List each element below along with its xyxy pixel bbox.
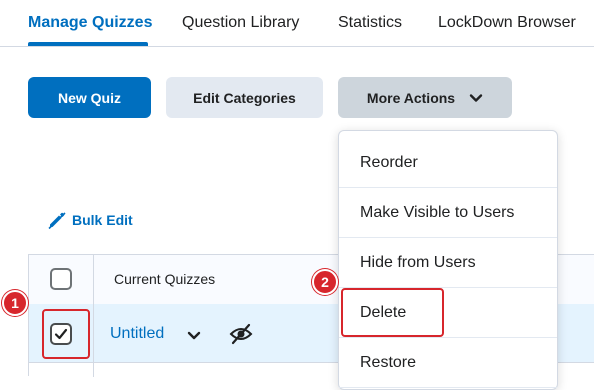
new-quiz-button[interactable]: New Quiz xyxy=(28,77,151,118)
select-all-checkbox[interactable] xyxy=(50,268,72,290)
quiz-title-link[interactable]: Untitled xyxy=(110,325,164,343)
chevron-down-icon xyxy=(469,93,483,102)
tab-bar: Manage Quizzes Question Library Statisti… xyxy=(0,0,594,47)
callout-badge-1: 1 xyxy=(2,290,28,316)
tab-statistics[interactable]: Statistics xyxy=(338,14,402,32)
quiz-actions-chevron-icon[interactable] xyxy=(186,327,202,343)
tab-lockdown-browser[interactable]: LockDown Browser xyxy=(438,14,576,32)
bulk-edit-button[interactable]: Bulk Edit xyxy=(47,210,133,230)
menu-item-make-visible[interactable]: Make Visible to Users xyxy=(339,188,557,238)
edit-categories-button[interactable]: Edit Categories xyxy=(166,77,323,118)
checkbox-highlight xyxy=(42,309,90,359)
edit-categories-label: Edit Categories xyxy=(193,89,296,106)
new-quiz-label: New Quiz xyxy=(57,89,121,106)
callout-badge-2: 2 xyxy=(312,269,338,295)
current-quizzes-header: Current Quizzes xyxy=(114,271,216,287)
menu-item-hide-from-users[interactable]: Hide from Users xyxy=(339,238,557,288)
more-actions-label: More Actions xyxy=(366,89,456,106)
delete-highlight xyxy=(341,288,444,337)
menu-item-restore[interactable]: Restore xyxy=(339,338,557,388)
tab-question-library[interactable]: Question Library xyxy=(182,14,299,32)
active-tab-indicator xyxy=(28,42,148,46)
menu-item-reorder[interactable]: Reorder xyxy=(339,138,557,188)
bulk-edit-label: Bulk Edit xyxy=(72,212,133,228)
column-divider xyxy=(93,255,94,377)
eye-slash-icon[interactable] xyxy=(229,323,253,345)
more-actions-menu: Reorder Make Visible to Users Hide from … xyxy=(338,130,558,390)
tab-manage-quizzes[interactable]: Manage Quizzes xyxy=(28,14,152,32)
pencil-icon xyxy=(48,212,66,230)
more-actions-button[interactable]: More Actions xyxy=(338,77,512,118)
